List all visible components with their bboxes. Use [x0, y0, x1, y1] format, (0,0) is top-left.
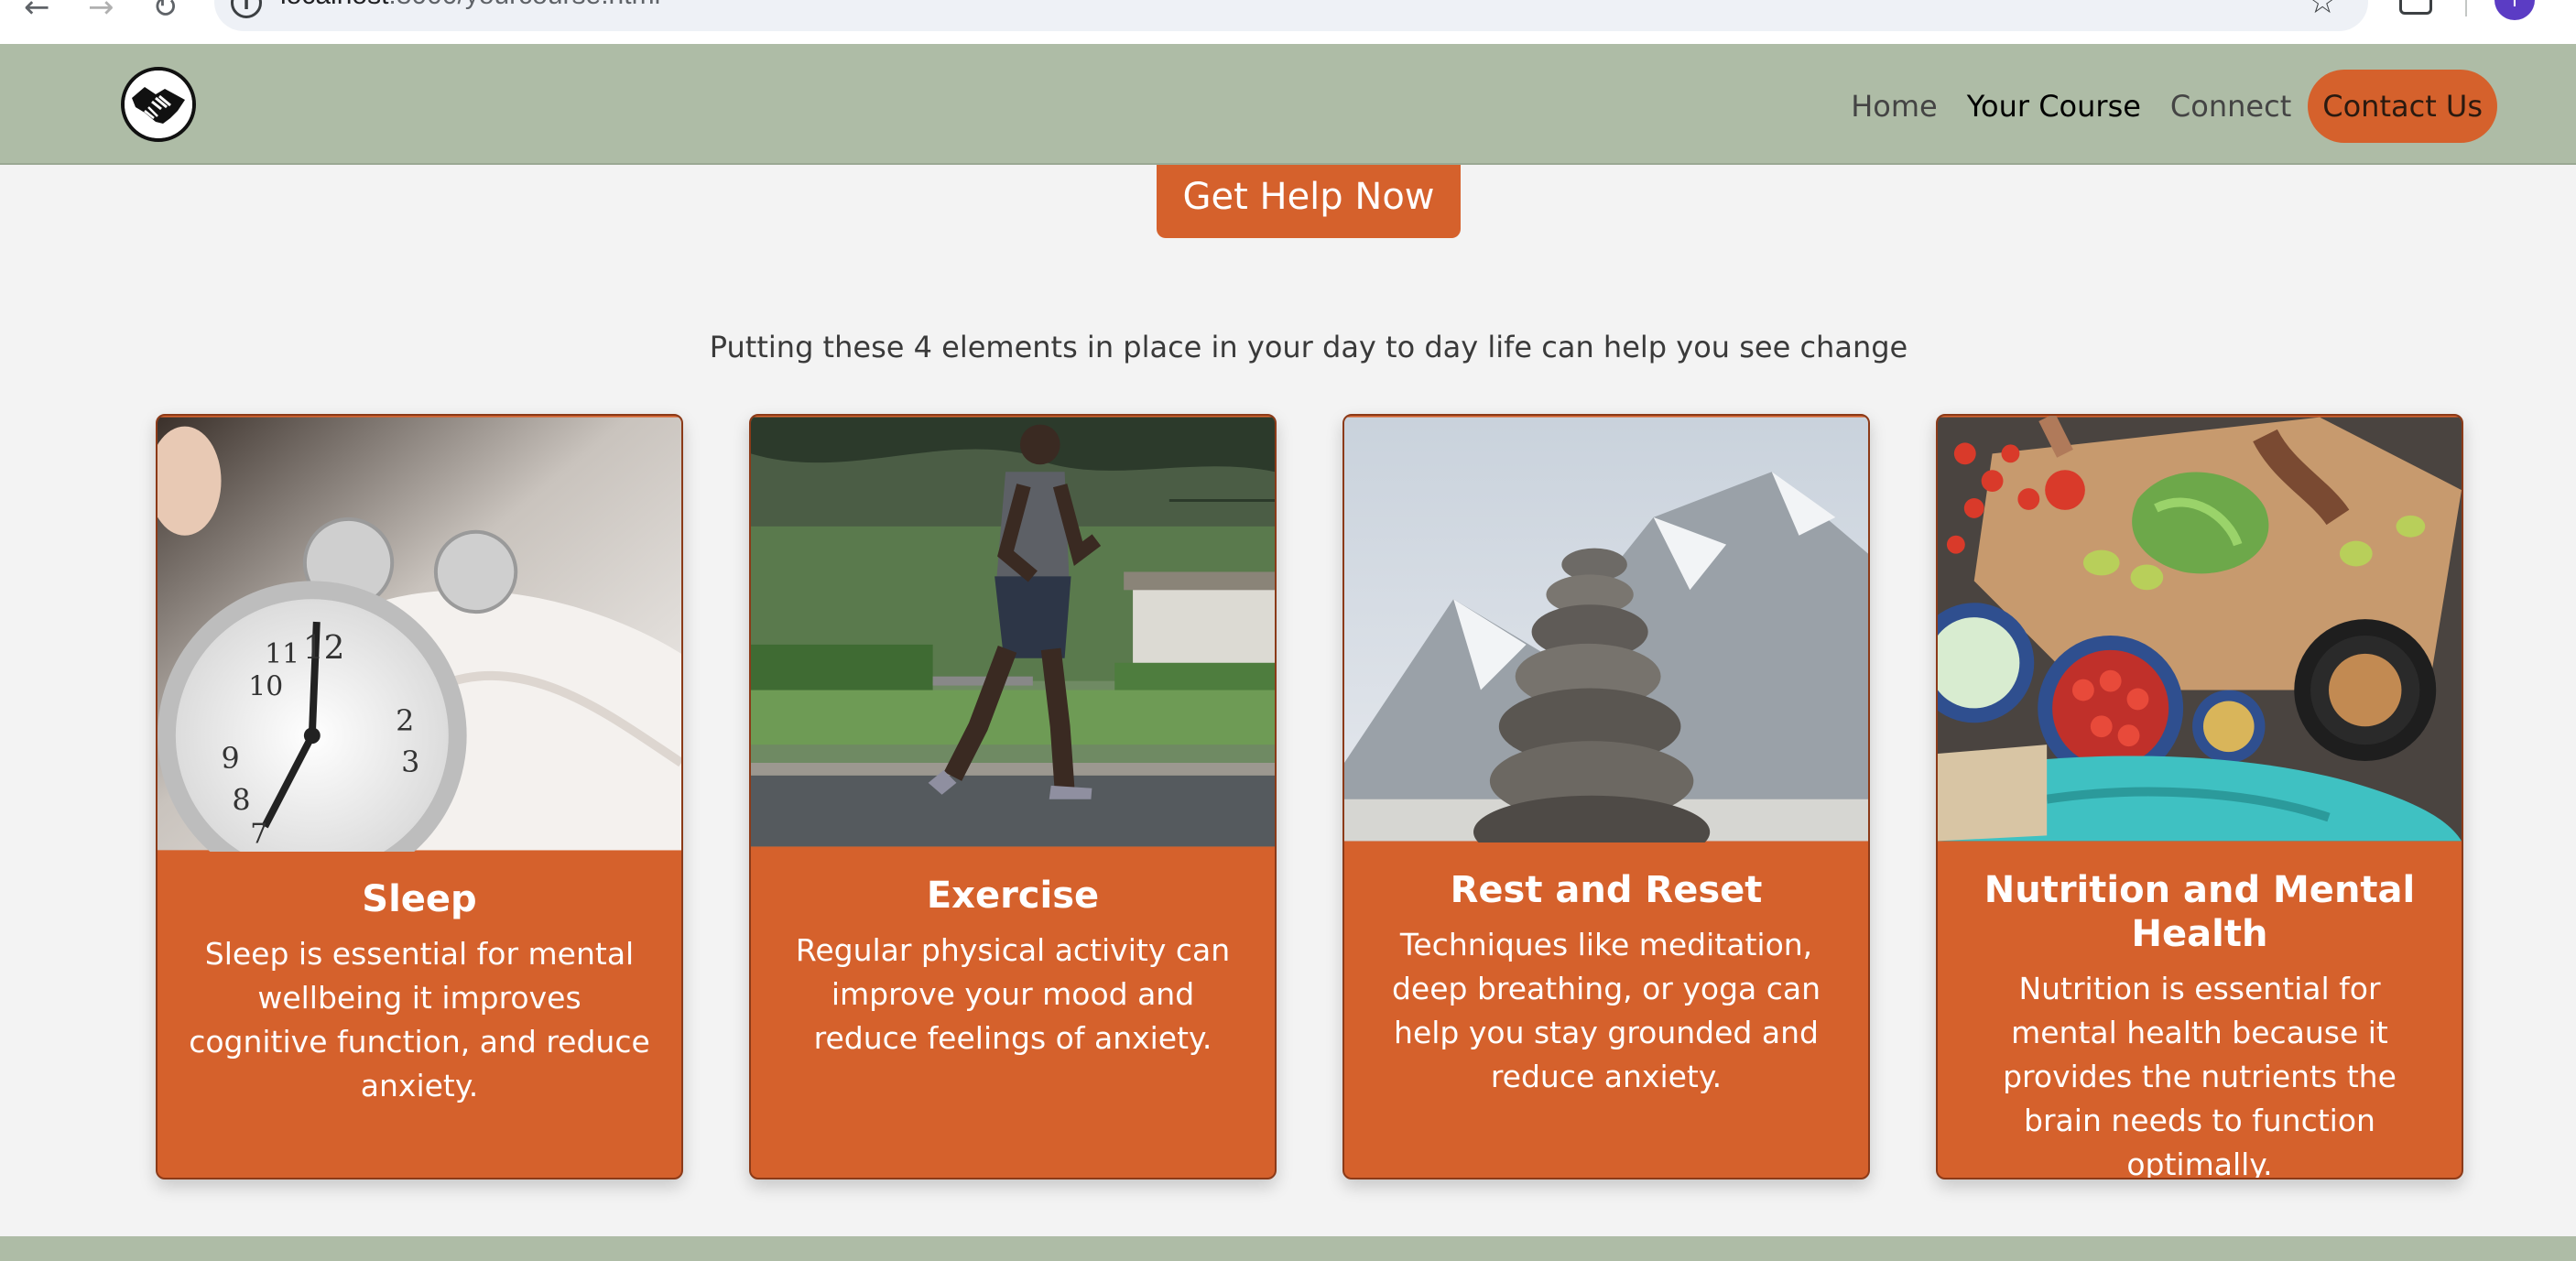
card-title: Rest and Reset [1450, 869, 1763, 911]
extensions-icon[interactable] [2399, 0, 2432, 15]
nav-connect[interactable]: Connect [2170, 89, 2291, 124]
stacked-stones-image [1344, 417, 1868, 842]
intro-text: Putting these 4 elements in place in you… [709, 330, 1908, 364]
card-rest-and-reset[interactable]: Rest and Reset Techniques like meditatio… [1342, 414, 1870, 1179]
contact-us-button[interactable]: Contact Us [2308, 70, 2497, 143]
vegetables-table-image [1938, 416, 2462, 842]
reload-icon[interactable]: ↻ [152, 0, 179, 26]
alarm-clock-image: 12 2 3 9 8 10 11 7 [158, 417, 681, 852]
svg-text:11: 11 [265, 638, 299, 670]
url-path: :8000/yourcourse.html [388, 0, 660, 10]
card-body: Sleep Sleep is essential for mental well… [158, 877, 681, 1108]
get-help-now-button[interactable]: Get Help Now [1157, 165, 1461, 238]
url-host: localhost [280, 0, 388, 10]
url-text[interactable]: localhost:8000/yourcourse.html [280, 0, 660, 11]
card-body: Rest and Reset Techniques like meditatio… [1344, 868, 1868, 1099]
card-text: Techniques like meditation, deep breathi… [1391, 927, 1821, 1094]
forward-icon[interactable]: → [88, 0, 114, 26]
svg-text:12: 12 [303, 629, 345, 667]
card-text: Nutrition is essential for mental health… [2003, 971, 2397, 1179]
man-jogging-image [751, 417, 1275, 847]
profile-avatar[interactable]: T [2494, 0, 2535, 20]
card-body: Exercise Regular physical activity can i… [751, 874, 1275, 1060]
card-sleep[interactable]: 12 2 3 9 8 10 11 7 Sleep Sleep is essent… [156, 414, 683, 1179]
handshake-icon[interactable] [121, 67, 196, 142]
card-exercise[interactable]: Exercise Regular physical activity can i… [749, 414, 1277, 1179]
svg-text:3: 3 [401, 746, 419, 779]
svg-text:2: 2 [396, 705, 414, 738]
site-header: Home Your Course Connect Contact Us [0, 44, 2576, 165]
svg-text:10: 10 [248, 671, 283, 703]
nav-home[interactable]: Home [1851, 89, 1938, 124]
card-title: Sleep [362, 878, 477, 920]
main-nav: Home Your Course Connect Contact Us [1821, 70, 2497, 143]
bookmark-star-icon[interactable]: ☆ [2308, 0, 2337, 21]
back-icon[interactable]: ← [24, 0, 50, 26]
svg-text:8: 8 [232, 785, 250, 818]
footer [0, 1236, 2576, 1261]
card-text: Regular physical activity can improve yo… [795, 932, 1231, 1056]
browser-toolbar: ← → ↻ i localhost:8000/yourcourse.html ☆… [0, 0, 2576, 44]
card-title: Exercise [926, 875, 1100, 917]
svg-text:9: 9 [222, 743, 240, 776]
card-text: Sleep is essential for mental wellbeing … [189, 936, 650, 1103]
card-title: Nutrition and Mental Health [1984, 869, 2416, 955]
card-body: Nutrition and Mental Health Nutrition is… [1938, 868, 2462, 1179]
nav-your-course[interactable]: Your Course [1967, 89, 2141, 124]
toolbar-divider [2465, 0, 2467, 16]
svg-text:7: 7 [250, 818, 267, 850]
card-nutrition[interactable]: Nutrition and Mental Health Nutrition is… [1936, 414, 2463, 1179]
